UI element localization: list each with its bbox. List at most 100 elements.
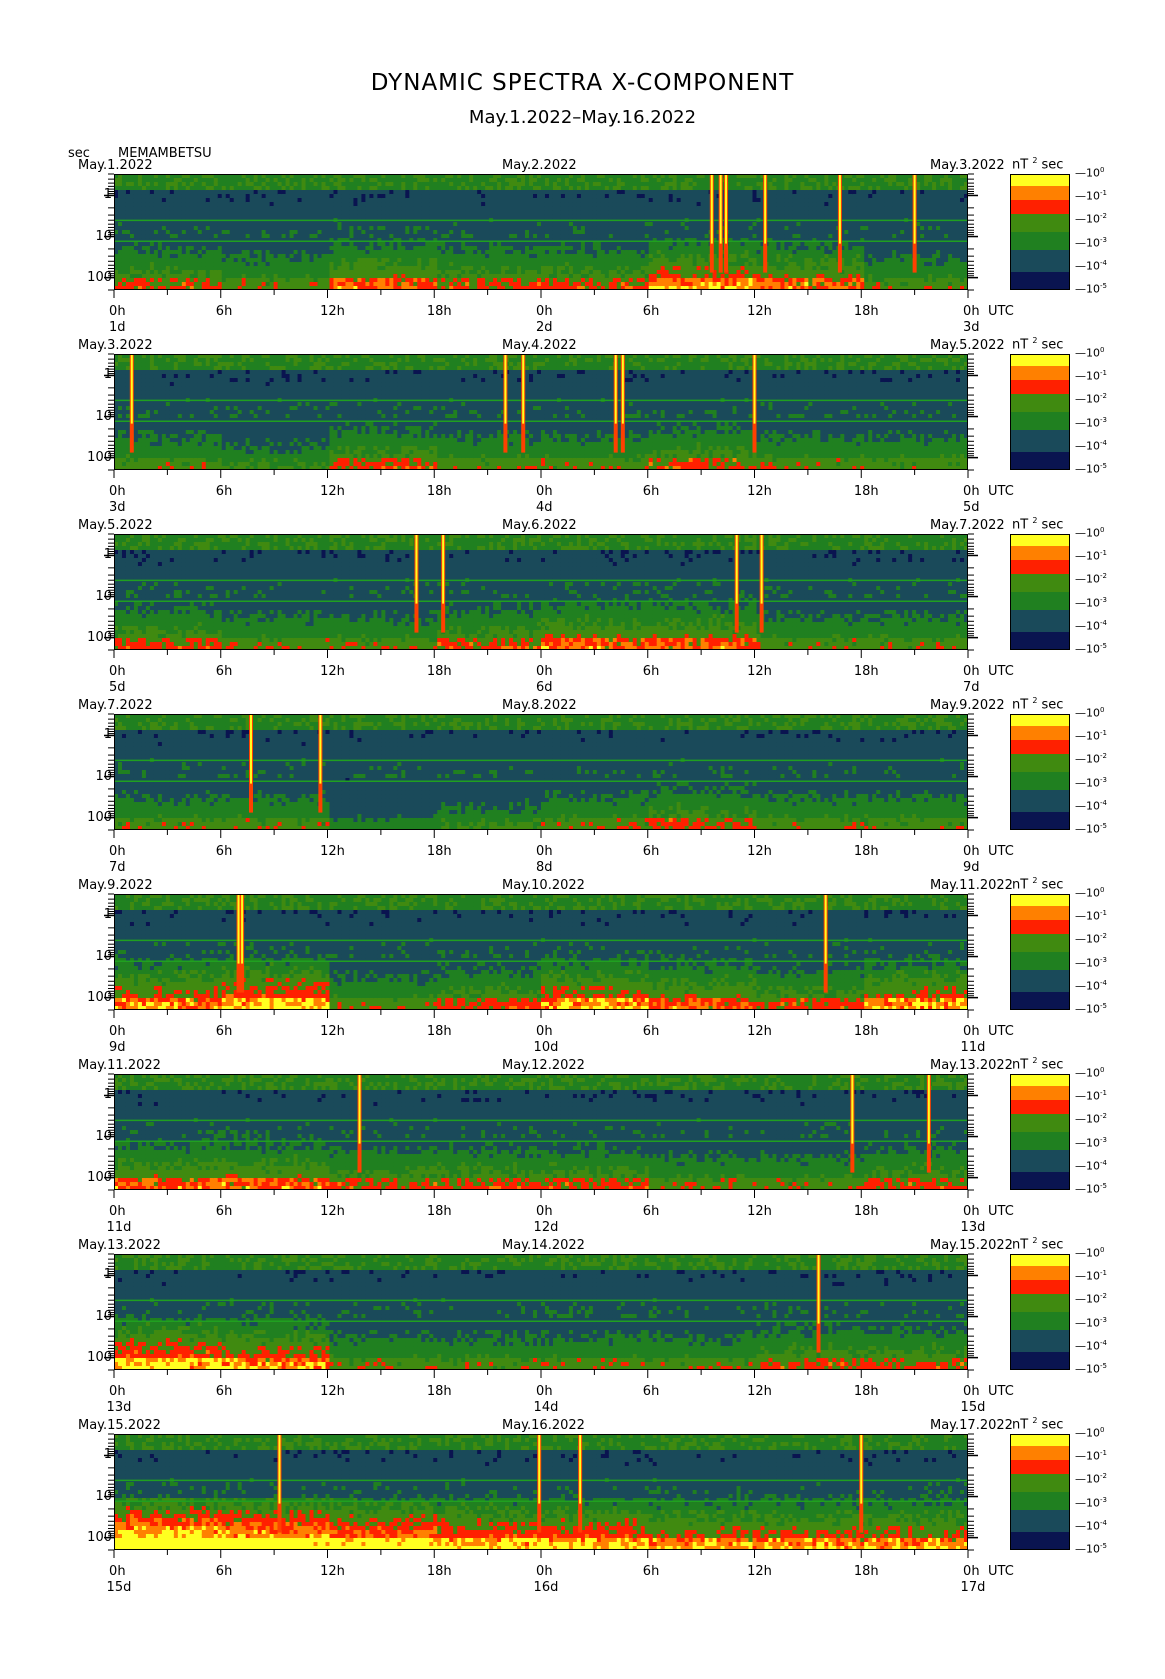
- colorbar-tick-label: —10-2: [1075, 932, 1107, 946]
- colorbar-tick-label: —100: [1075, 166, 1104, 180]
- panel-end-date: May.15.2022: [930, 1238, 1013, 1253]
- day-label: 4d: [536, 500, 553, 515]
- panel-mid-date: May.16.2022: [502, 1418, 585, 1433]
- x-tick-label: 6h: [643, 1204, 660, 1219]
- y-tick-label: 100: [76, 1350, 112, 1365]
- y-tick-label: 100: [76, 450, 112, 465]
- y-tick-label: 1: [76, 1267, 112, 1282]
- spectra-panel: May.11.2022 May.12.2022 May.13.2022 nT 2 se…: [0, 1056, 1165, 1238]
- x-tick-label: 18h: [427, 304, 452, 319]
- x-tick-label: 18h: [854, 844, 879, 859]
- x-tick-label: 12h: [320, 664, 345, 679]
- spectra-panel: May.3.2022 May.4.2022 May.5.2022 nT 2 sec 1 1…: [0, 336, 1165, 518]
- colorbar-unit: nT 2 sec: [1012, 516, 1063, 532]
- colorbar-tick-label: —10-2: [1075, 392, 1107, 406]
- y-tick-label: 10: [76, 1309, 112, 1324]
- y-tick-label: 10: [76, 589, 112, 604]
- x-tick-label: 18h: [854, 304, 879, 319]
- x-tick-label: 18h: [854, 484, 879, 499]
- y-tick-label: 10: [76, 769, 112, 784]
- axes: [104, 533, 978, 658]
- x-tick-label: 12h: [320, 844, 345, 859]
- y-tick-label: 1: [76, 187, 112, 202]
- colorbar-unit: nT 2 sec: [1012, 336, 1063, 352]
- utc-label: UTC: [988, 844, 1014, 859]
- colorbar-tick-label: —10-2: [1075, 572, 1107, 586]
- x-tick-label: 6h: [216, 664, 233, 679]
- colorbar-tick-label: —10-3: [1075, 416, 1107, 430]
- y-tick-label: 10: [76, 229, 112, 244]
- x-tick-label: 0h: [963, 844, 980, 859]
- colorbar-tick-label: —10-4: [1075, 979, 1107, 993]
- x-tick-label: 12h: [320, 484, 345, 499]
- colorbar-tick-label: —10-5: [1075, 1182, 1107, 1196]
- x-tick-label: 0h: [536, 1024, 553, 1039]
- y-tick-label: 1: [76, 727, 112, 742]
- spectra-panel: May.5.2022 May.6.2022 May.7.2022 nT 2 sec 1 1…: [0, 516, 1165, 698]
- colorbar-tick-label: —10-3: [1075, 776, 1107, 790]
- panel-mid-date: May.10.2022: [502, 878, 585, 893]
- x-tick-label: 0h: [536, 1204, 553, 1219]
- x-tick-label: 12h: [747, 1204, 772, 1219]
- colorbar-tick-label: —100: [1075, 346, 1104, 360]
- panel-start-date: May.11.2022: [78, 1058, 161, 1073]
- x-tick-label: 0h: [536, 664, 553, 679]
- x-tick-label: 18h: [854, 1204, 879, 1219]
- y-tick-label: 10: [76, 1489, 112, 1504]
- colorbar-tick-label: —10-3: [1075, 596, 1107, 610]
- panel-end-date: May.5.2022: [930, 338, 1005, 353]
- x-tick-label: 6h: [643, 1564, 660, 1579]
- colorbar: [1010, 714, 1070, 830]
- panel-mid-date: May.8.2022: [502, 698, 577, 713]
- panel-start-date: May.15.2022: [78, 1418, 161, 1433]
- utc-label: UTC: [988, 664, 1014, 679]
- axes: [104, 353, 978, 478]
- panel-end-date: May.3.2022: [930, 158, 1005, 173]
- x-tick-label: 6h: [643, 304, 660, 319]
- colorbar: [1010, 1254, 1070, 1370]
- colorbar-tick-label: —10-1: [1075, 1089, 1107, 1103]
- colorbar-tick-label: —100: [1075, 1066, 1104, 1080]
- day-label: 2d: [536, 320, 553, 335]
- x-tick-label: 0h: [109, 1024, 126, 1039]
- day-label: 11d: [961, 1040, 986, 1055]
- panel-end-date: May.13.2022: [930, 1058, 1013, 1073]
- x-tick-label: 6h: [216, 1564, 233, 1579]
- x-tick-label: 12h: [747, 1564, 772, 1579]
- x-tick-label: 0h: [109, 1564, 126, 1579]
- x-tick-label: 0h: [963, 1204, 980, 1219]
- spectra-panel: May.9.2022 May.10.2022 May.11.2022 nT 2 sec…: [0, 876, 1165, 1058]
- y-tick-label: 100: [76, 270, 112, 285]
- panel-end-date: May.7.2022: [930, 518, 1005, 533]
- colorbar-tick-label: —10-2: [1075, 1472, 1107, 1486]
- y-tick-label: 100: [76, 1530, 112, 1545]
- x-tick-label: 0h: [963, 1384, 980, 1399]
- y-tick-label: 1: [76, 1447, 112, 1462]
- colorbar-tick-label: —10-4: [1075, 1519, 1107, 1533]
- x-tick-label: 18h: [854, 664, 879, 679]
- day-label: 3d: [109, 500, 126, 515]
- x-tick-label: 18h: [427, 1024, 452, 1039]
- colorbar-tick-label: —10-5: [1075, 1542, 1107, 1556]
- axes: [104, 1073, 978, 1198]
- colorbar-tick-label: —10-2: [1075, 752, 1107, 766]
- x-tick-label: 12h: [320, 1564, 345, 1579]
- colorbar-tick-label: —10-1: [1075, 1269, 1107, 1283]
- x-tick-label: 18h: [427, 1384, 452, 1399]
- day-label: 15d: [961, 1400, 986, 1415]
- x-tick-label: 12h: [747, 844, 772, 859]
- x-tick-label: 12h: [320, 1024, 345, 1039]
- panel-start-date: May.5.2022: [78, 518, 153, 533]
- colorbar-unit: nT 2 sec: [1012, 696, 1063, 712]
- x-tick-label: 0h: [963, 664, 980, 679]
- colorbar-tick-label: —10-2: [1075, 212, 1107, 226]
- day-label: 13d: [107, 1400, 132, 1415]
- x-tick-label: 18h: [427, 1564, 452, 1579]
- colorbar: [1010, 174, 1070, 290]
- colorbar-tick-label: —10-5: [1075, 1002, 1107, 1016]
- day-label: 10d: [534, 1040, 559, 1055]
- x-tick-label: 12h: [747, 664, 772, 679]
- x-tick-label: 6h: [216, 1204, 233, 1219]
- x-tick-label: 12h: [320, 1384, 345, 1399]
- colorbar-tick-label: —10-4: [1075, 619, 1107, 633]
